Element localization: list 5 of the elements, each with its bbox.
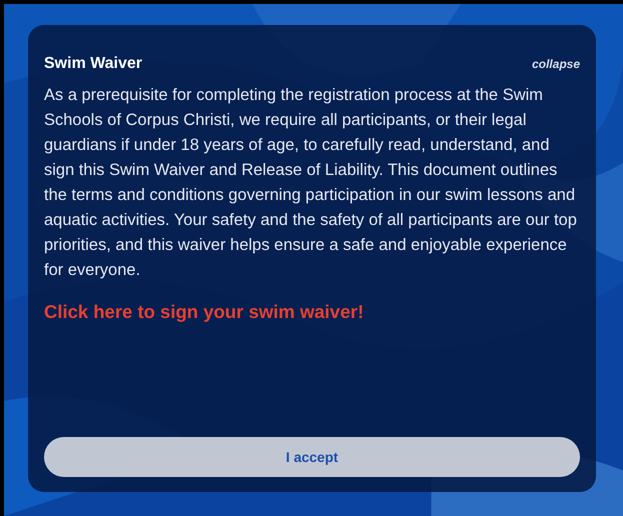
collapse-link[interactable]: collapse: [532, 57, 580, 71]
panel-title: Swim Waiver: [44, 55, 142, 73]
waiver-text: As a prerequisite for completing the registration process at the Swim Schools of Corpus Christi, we require all participants, or their legal guardians if under 18 years of age, to carefully read, understand, and sign this Swim Waiver and Release of Liability. This document outlines the terms and conditions governing participation in our swim lessons and aquatic activities. Your safety and the safety of all participants are our top priorities, and this waiver helps ensure a safe and enjoyable experience for everyone.: [44, 85, 578, 281]
sign-waiver-link[interactable]: Click here to sign your swim waiver!: [44, 301, 364, 323]
accept-button[interactable]: I accept: [44, 437, 580, 477]
